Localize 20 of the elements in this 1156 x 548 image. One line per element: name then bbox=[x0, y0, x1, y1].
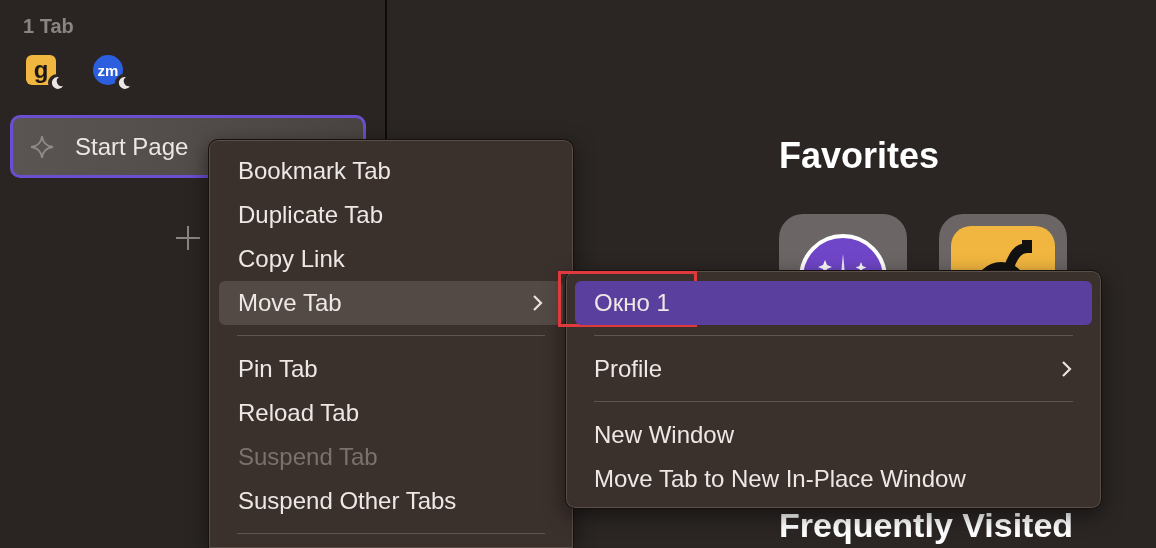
menu-item[interactable]: Reload Tab bbox=[219, 391, 563, 435]
section-title: Frequently Visited bbox=[779, 506, 1074, 545]
menu-item[interactable]: Profile bbox=[575, 347, 1092, 391]
chevron-icon bbox=[532, 294, 544, 312]
pinned-tab[interactable]: zm bbox=[93, 55, 123, 85]
tab-label: Start Page bbox=[75, 132, 189, 161]
pinned-tab[interactable]: g bbox=[26, 55, 56, 85]
new-tab-icon[interactable] bbox=[175, 225, 201, 251]
menu-item[interactable]: Move Tab bbox=[219, 281, 563, 325]
menu-item[interactable]: Copy Link bbox=[219, 237, 563, 281]
sparkle-icon bbox=[29, 133, 55, 160]
section-title: Favorites bbox=[779, 135, 940, 177]
menu-item[interactable]: New Window bbox=[575, 413, 1092, 457]
menu-item[interactable]: Окно 1 bbox=[575, 281, 1092, 325]
menu-item[interactable]: Move Tab to New In-Place Window bbox=[575, 457, 1092, 501]
chevron-icon bbox=[1061, 360, 1073, 378]
menu-item[interactable]: Suspend Other Tabs bbox=[219, 479, 563, 523]
tab-count: 1 Tab bbox=[23, 15, 74, 38]
menu-item[interactable]: Pin Tab bbox=[219, 347, 563, 391]
menu-item[interactable]: Duplicate Tab bbox=[219, 193, 563, 237]
